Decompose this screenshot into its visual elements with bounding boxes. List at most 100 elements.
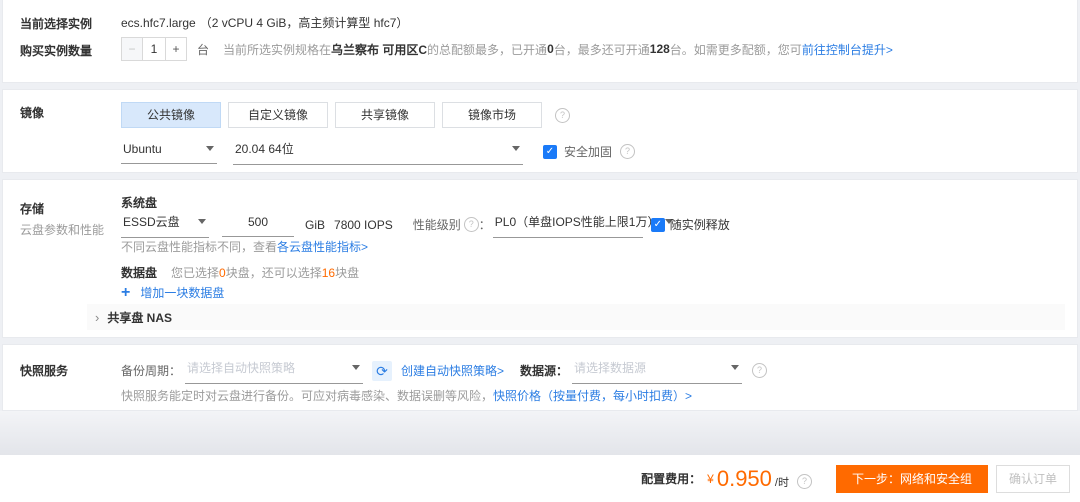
- system-disk-title-row: 系统盘: [121, 194, 157, 211]
- shared-disk-nas-row[interactable]: › 共享盘 NAS: [87, 304, 1065, 330]
- refresh-icon[interactable]: ⟳: [372, 361, 392, 381]
- snapshot-hint: 快照服务能定时对云盘进行备份。可应对病毒感染、数据误删等风险，: [121, 387, 493, 404]
- release-with-instance-label: 随实例释放: [670, 216, 730, 233]
- data-disk-label: 数据盘: [121, 264, 157, 281]
- quota-text-4: 台。如需更多配额，您可: [670, 41, 802, 58]
- section-instance: 当前选择实例 ecs.hfc7.large （2 vCPU 4 GiB，高主频计…: [2, 0, 1078, 83]
- snapshot-help-icon[interactable]: ?: [752, 363, 767, 378]
- quota-text-1: 当前所选实例规格在: [223, 41, 331, 58]
- disk-type-select[interactable]: ESSD云盘: [121, 211, 209, 238]
- snapshot-label: 快照服务: [20, 362, 68, 379]
- data-disk-text-2: 块盘，还可以选择: [226, 264, 322, 281]
- security-label: 安全加固: [564, 143, 612, 160]
- quantity-row: − 1 + 台 当前所选实例规格在 乌兰察布 可用区C 的总配额最多，已开通 0…: [121, 37, 893, 61]
- current-instance-value: ecs.hfc7.large （2 vCPU 4 GiB，高主频计算型 hfc7…: [121, 14, 408, 31]
- tab-public-image[interactable]: 公共镜像: [121, 102, 221, 128]
- data-disk-selected-count: 0: [219, 266, 226, 280]
- current-instance-label: 当前选择实例: [20, 15, 92, 32]
- perf-help-icon[interactable]: ?: [464, 217, 479, 232]
- quantity-value[interactable]: 1: [143, 38, 165, 60]
- os-select[interactable]: Ubuntu: [121, 140, 217, 164]
- quota-region: 乌兰察布 可用区C: [331, 41, 427, 58]
- quota-opened-count: 0: [547, 42, 554, 56]
- create-snapshot-policy-link[interactable]: 创建自动快照策略>: [401, 362, 504, 379]
- security-help-icon[interactable]: ?: [620, 144, 635, 159]
- data-disk-row: 数据盘 您已选择 0 块盘，还可以选择 16 块盘: [121, 264, 359, 281]
- quantity-label: 购买实例数量: [20, 42, 92, 59]
- shared-disk-nas-label: 共享盘 NAS: [107, 309, 172, 326]
- storage-sublabel: 云盘参数和性能: [20, 221, 104, 238]
- backup-cycle-label: 备份周期：: [121, 362, 181, 379]
- os-select-value: Ubuntu: [123, 142, 162, 156]
- price-area: 配置费用： ¥ 0.950 /时 ?: [641, 468, 812, 490]
- snapshot-price-link[interactable]: 快照价格（按量付费，每小时扣费）>: [493, 387, 692, 404]
- security-checkbox[interactable]: ✓: [543, 145, 557, 159]
- data-disk-text-3: 块盘: [335, 264, 359, 281]
- image-tabs: 公共镜像 自定义镜像 共享镜像 镜像市场 ?: [121, 102, 570, 128]
- perf-level-value: PL0（单盘IOPS性能上限1万）: [495, 213, 660, 230]
- quantity-stepper[interactable]: − 1 +: [121, 37, 187, 61]
- quota-max-count: 128: [650, 42, 670, 56]
- add-data-disk-link[interactable]: 增加一块数据盘: [140, 284, 224, 301]
- backup-policy-select[interactable]: 请选择自动快照策略: [185, 357, 363, 384]
- perf-level-label: 性能级别: [413, 216, 461, 233]
- quota-console-link[interactable]: 前往控制台提升>: [802, 41, 893, 58]
- tab-custom-image[interactable]: 自定义镜像: [228, 102, 328, 128]
- image-help-icon[interactable]: ?: [555, 108, 570, 123]
- snapshot-hint-row: 快照服务能定时对云盘进行备份。可应对病毒感染、数据误删等风险， 快照价格（按量付…: [121, 387, 692, 404]
- plus-icon[interactable]: +: [165, 38, 186, 60]
- disk-perf-hint-row: 不同云盘性能指标不同，查看 各云盘性能指标>: [121, 238, 368, 255]
- image-select-row: Ubuntu 20.04 64位 ✓ 安全加固 ?: [121, 138, 635, 165]
- caret-down-icon: [512, 146, 520, 151]
- disk-type-value: ESSD云盘: [123, 213, 180, 230]
- next-step-button[interactable]: 下一步：网络和安全组: [836, 465, 988, 493]
- system-disk-row: ESSD云盘 500 GiB 7800 IOPS 性能级别 ? ： PL0（单盘…: [121, 211, 730, 238]
- perf-level-select[interactable]: PL0（单盘IOPS性能上限1万）: [493, 211, 643, 238]
- tab-shared-image[interactable]: 共享镜像: [335, 102, 435, 128]
- snapshot-config-row: 备份周期： 请选择自动快照策略 ⟳ 创建自动快照策略> 数据源： 请选择数据源 …: [121, 357, 767, 384]
- perf-colon: ：: [479, 216, 491, 233]
- data-source-label: 数据源：: [520, 362, 568, 379]
- footer-bar: 配置费用： ¥ 0.950 /时 ? 下一步：网络和安全组 确认订单: [0, 455, 1080, 502]
- disk-size-input[interactable]: 500: [222, 213, 294, 237]
- quota-text-3: 台，最多还可开通: [554, 41, 650, 58]
- data-source-placeholder: 请选择数据源: [574, 359, 646, 376]
- price-label: 配置费用：: [641, 470, 701, 487]
- section-snapshot: 快照服务 备份周期： 请选择自动快照策略 ⟳ 创建自动快照策略> 数据源： 请选…: [2, 344, 1078, 411]
- price-unit: /时: [775, 474, 789, 490]
- data-disk-text-1: 您已选择: [171, 264, 219, 281]
- data-source-select[interactable]: 请选择数据源: [572, 357, 742, 384]
- add-data-disk-row[interactable]: + 增加一块数据盘: [121, 284, 224, 301]
- instance-spec: （2 vCPU 4 GiB，高主频计算型 hfc7）: [200, 14, 409, 31]
- disk-perf-metrics-link[interactable]: 各云盘性能指标>: [277, 238, 368, 255]
- chevron-right-icon: ›: [95, 310, 99, 325]
- caret-down-icon: [198, 219, 206, 224]
- add-icon: +: [121, 285, 130, 301]
- image-label: 镜像: [20, 104, 44, 121]
- background-band: [0, 411, 1080, 455]
- ecs-purchase-page: 当前选择实例 ecs.hfc7.large （2 vCPU 4 GiB，高主频计…: [0, 0, 1080, 502]
- disk-iops: 7800 IOPS: [334, 218, 393, 232]
- price-value: 0.950: [717, 468, 772, 490]
- quantity-unit: 台: [197, 41, 209, 58]
- data-disk-max-count: 16: [322, 266, 335, 280]
- disk-perf-hint: 不同云盘性能指标不同，查看: [121, 238, 277, 255]
- quota-text-2: 的总配额最多，已开通: [427, 41, 547, 58]
- caret-down-icon: [731, 365, 739, 370]
- instance-name: ecs.hfc7.large: [121, 16, 196, 30]
- disk-size-unit: GiB: [305, 218, 325, 232]
- caret-down-icon: [352, 365, 360, 370]
- release-with-instance-checkbox[interactable]: ✓: [651, 218, 665, 232]
- section-storage: 存储 云盘参数和性能 系统盘 ESSD云盘 500 GiB 7800 IOPS …: [2, 179, 1078, 338]
- section-image: 镜像 公共镜像 自定义镜像 共享镜像 镜像市场 ? Ubuntu 20.04 6…: [2, 89, 1078, 173]
- currency-symbol: ¥: [707, 472, 714, 486]
- tab-image-market[interactable]: 镜像市场: [442, 102, 542, 128]
- price-help-icon[interactable]: ?: [797, 474, 812, 489]
- backup-policy-placeholder: 请选择自动快照策略: [187, 359, 295, 376]
- system-disk-label: 系统盘: [121, 194, 157, 211]
- os-version-value: 20.04 64位: [235, 140, 294, 157]
- confirm-order-button[interactable]: 确认订单: [996, 465, 1070, 493]
- minus-icon[interactable]: −: [122, 38, 143, 60]
- storage-label: 存储: [20, 200, 44, 217]
- os-version-select[interactable]: 20.04 64位: [233, 138, 523, 165]
